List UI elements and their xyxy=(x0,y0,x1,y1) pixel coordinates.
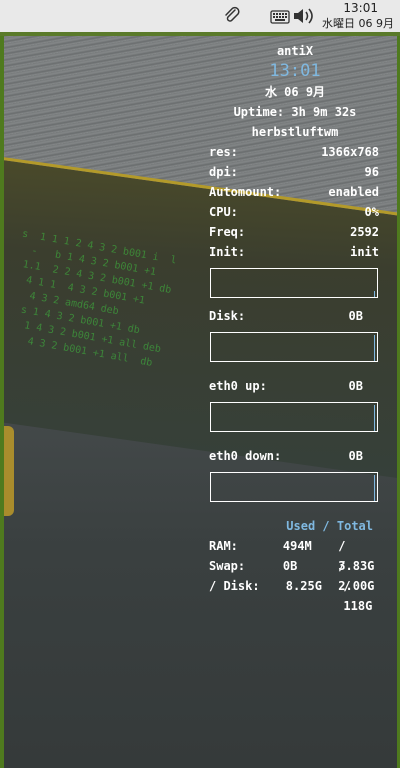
eth0-up-graph xyxy=(210,402,378,432)
conky-date: 水 06 9月 xyxy=(264,85,326,99)
memory-total: / 2.00G xyxy=(338,559,375,593)
disk-label: Disk: xyxy=(209,309,246,323)
info-value: init xyxy=(350,245,379,259)
info-value: enabled xyxy=(328,185,379,199)
info-value: 0% xyxy=(364,205,379,219)
disk-row: Disk: 0B xyxy=(205,306,385,326)
graph-bar xyxy=(374,335,375,361)
eth0-down-value: 0B xyxy=(348,449,363,463)
eth0-up-label: eth0 up: xyxy=(209,379,267,393)
memory-label: / Disk: xyxy=(209,579,260,593)
info-label: CPU: xyxy=(209,205,238,219)
info-label: res: xyxy=(209,145,238,159)
memory-label: Swap: xyxy=(209,559,246,573)
panel-clock-time[interactable]: 13:01 xyxy=(343,2,378,15)
memory-used: 494M xyxy=(282,539,312,553)
memory-row-ram: RAM: 494M / 3.83G xyxy=(205,536,385,573)
info-label: Init: xyxy=(209,245,246,259)
conky-monitor: antiX 13:01 水 06 9月 Uptime: 3h 9m 32s he… xyxy=(205,40,385,613)
info-label: dpi: xyxy=(209,165,238,179)
graph-bar xyxy=(374,405,375,431)
paperclip-icon[interactable] xyxy=(222,6,242,26)
info-row-freq: Freq: 2592 xyxy=(205,222,385,242)
eth0-down-row: eth0 down: 0B xyxy=(205,446,385,466)
hostname: antiX xyxy=(276,44,314,58)
memory-header: Used / Total xyxy=(286,519,373,533)
conky-clock: 13:01 xyxy=(269,61,321,81)
memory-row-swap: Swap: 0B / 2.00G xyxy=(205,556,385,593)
info-value: 96 xyxy=(364,165,379,179)
graph-bar xyxy=(374,475,375,501)
window-manager: herbstluftwm xyxy=(251,125,339,139)
info-row-res: res: 1366x768 xyxy=(205,142,385,162)
info-row-dpi: dpi: 96 xyxy=(205,162,385,182)
info-row-automount: Automount: enabled xyxy=(205,182,385,202)
info-value: 2592 xyxy=(350,225,379,239)
eth0-down-label: eth0 down: xyxy=(209,449,282,463)
keyboard-icon[interactable] xyxy=(270,8,290,24)
top-panel: 13:01 水曜日 06 9月 xyxy=(0,0,400,36)
graph-bar xyxy=(374,291,375,297)
info-row-cpu: CPU: 0% xyxy=(205,202,385,222)
memory-total: / 118G xyxy=(343,579,373,613)
uptime: Uptime: 3h 9m 32s xyxy=(233,105,357,119)
volume-icon[interactable] xyxy=(292,6,316,26)
disk-graph xyxy=(210,332,378,362)
info-row-init: Init: init xyxy=(205,242,385,262)
memory-used: 8.25G xyxy=(285,579,322,593)
memory-row-disk: / Disk: 8.25G / 118G xyxy=(205,576,385,613)
memory-total: / 3.83G xyxy=(338,539,375,573)
info-label: Freq: xyxy=(209,225,246,239)
info-value: 1366x768 xyxy=(321,145,379,159)
disk-value: 0B xyxy=(348,309,363,323)
cpu-graph xyxy=(210,268,378,298)
eth0-up-value: 0B xyxy=(348,379,363,393)
eth0-down-graph xyxy=(210,472,378,502)
info-label: Automount: xyxy=(209,185,282,199)
memory-label: RAM: xyxy=(209,539,238,553)
eth0-up-row: eth0 up: 0B xyxy=(205,376,385,396)
window-border-left xyxy=(0,36,4,768)
panel-clock-date[interactable]: 水曜日 06 9月 xyxy=(322,15,394,31)
memory-used: 0B xyxy=(282,559,298,573)
